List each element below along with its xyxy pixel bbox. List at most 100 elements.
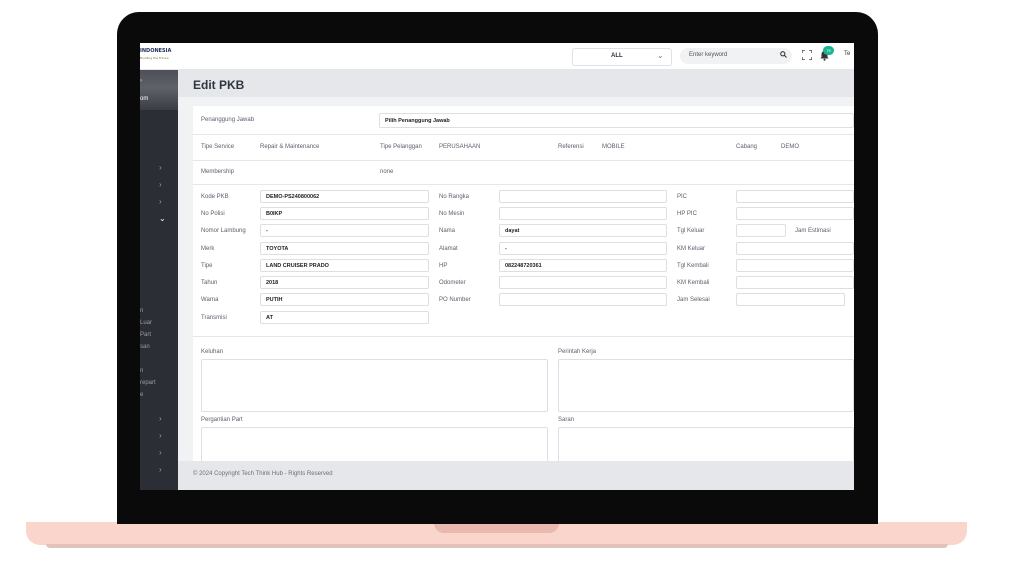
laptop-base-shadow (46, 544, 948, 548)
sidebar-item-label[interactable]: n (140, 308, 143, 314)
chevron-right-icon[interactable]: › (159, 414, 162, 423)
warna-field[interactable]: PUTIH (260, 293, 429, 306)
no-rangka-field[interactable] (499, 190, 667, 203)
odometer-field[interactable] (499, 276, 667, 289)
chevron-right-icon[interactable]: › (159, 448, 162, 457)
alamat-label: Alamat (439, 246, 458, 252)
sidebar-item-label[interactable]: e (140, 392, 143, 398)
pergantian-part-label: Pergantian Part (201, 417, 243, 423)
odometer-label: Odometer (439, 280, 466, 286)
sidebar-item-label[interactable]: Luar (140, 320, 152, 326)
branch-select[interactable]: ALL ⌄ (572, 48, 672, 66)
search-placeholder: Enter keyword (689, 52, 728, 58)
page-header: Edit PKB (178, 70, 854, 97)
company-logo[interactable]: INDONESIA Building the Future (140, 47, 178, 65)
chevron-right-icon[interactable]: › (159, 431, 162, 440)
chevron-right-icon[interactable]: › (140, 78, 142, 84)
tipe-service-label: Tipe Service (201, 144, 235, 150)
hp-pic-label: HP PIC (677, 211, 697, 217)
tahun-field[interactable]: 2018 (260, 276, 429, 289)
referensi-value: MOBILE (602, 144, 625, 150)
warna-label: Warna (201, 297, 219, 303)
km-keluar-label: KM Keluar (677, 246, 706, 252)
page-footer: © 2024 Copyright Tech Think Hub - Rights… (178, 461, 854, 490)
search-icon[interactable] (780, 51, 787, 60)
search-input[interactable]: Enter keyword (680, 48, 792, 64)
jam-selesai-field[interactable] (736, 293, 845, 306)
cabang-value: DEMO (781, 144, 799, 150)
km-kembali-field[interactable] (736, 276, 854, 289)
penanggung-jawab-select[interactable]: Pilih Penanggung Jawab (379, 113, 854, 128)
no-polisi-field[interactable]: B0IKP (260, 207, 429, 220)
po-number-label: PO Number (439, 297, 471, 303)
logo-subtitle: Building the Future (140, 56, 169, 60)
tgl-keluar-field[interactable] (736, 224, 786, 237)
sidebar-item-label[interactable]: san (140, 344, 150, 350)
branch-select-value: ALL (611, 53, 623, 59)
penanggung-jawab-label: Penanggung Jawab (201, 117, 255, 123)
tipe-service-value: Repair & Maintenance (260, 144, 320, 150)
divider (193, 184, 854, 185)
chevron-right-icon[interactable]: › (159, 465, 162, 474)
perintah-kerja-textarea[interactable] (558, 359, 854, 412)
tahun-label: Tahun (201, 280, 218, 286)
hp-pic-field[interactable] (736, 207, 854, 220)
nomor-lambung-label: Nomor Lambung (201, 228, 246, 234)
referensi-label: Referensi (558, 144, 584, 150)
no-mesin-field[interactable] (499, 207, 667, 220)
keluhan-textarea[interactable] (201, 359, 548, 412)
perintah-kerja-label: Perintah Kerja (558, 349, 597, 355)
pic-field[interactable] (736, 190, 854, 203)
merk-label: Merk (201, 246, 215, 252)
kode-pkb-field[interactable]: DEMO-PS240800062 (260, 190, 429, 203)
tgl-kembali-label: Tgl Kembali (677, 263, 709, 269)
form-card (193, 106, 854, 476)
no-rangka-label: No Rangka (439, 194, 470, 200)
no-polisi-label: No Polisi (201, 211, 225, 217)
sidebar: om › › › › ⌄ n Luar Part san n repart e … (140, 70, 178, 490)
tipe-pelanggan-value: PERUSAHAAN (439, 144, 481, 150)
sidebar-item-label[interactable]: Part (140, 332, 151, 338)
sidebar-profile-banner: om › (140, 70, 178, 110)
cabang-label: Cabang (736, 144, 758, 150)
jam-estimasi-label: Jam Estimasi (795, 228, 831, 234)
chevron-right-icon[interactable]: › (159, 197, 162, 206)
tipe-label: Tipe (201, 263, 213, 269)
app-screen: INDONESIA Building the Future ALL ⌄ Ente… (140, 43, 854, 490)
tipe-field[interactable]: LAND CRUISER PRADO (260, 259, 429, 272)
divider (193, 160, 854, 161)
copyright-text: © 2024 Copyright Tech Think Hub - Rights… (193, 471, 333, 477)
hp-field[interactable]: 082248720361 (499, 259, 667, 272)
fullscreen-icon[interactable] (802, 50, 812, 60)
sidebar-item-label[interactable]: n (140, 368, 143, 374)
divider (193, 134, 854, 135)
notification-badge: 75 (823, 46, 834, 55)
sidebar-profile-label: om (140, 96, 149, 102)
alamat-field[interactable]: - (499, 242, 667, 255)
nomor-lambung-field[interactable]: - (260, 224, 429, 237)
keluhan-label: Keluhan (201, 349, 224, 355)
km-kembali-label: KM Kembali (677, 280, 710, 286)
chevron-right-icon[interactable]: › (159, 180, 162, 189)
kode-pkb-label: Kode PKB (201, 194, 229, 200)
user-name[interactable]: Te (844, 51, 850, 57)
chevron-right-icon[interactable]: › (159, 163, 162, 172)
page-title: Edit PKB (193, 78, 245, 92)
divider (193, 336, 854, 337)
jam-selesai-label: Jam Selesai (677, 297, 710, 303)
transmisi-field[interactable]: AT (260, 311, 429, 324)
chevron-down-icon: ⌄ (657, 51, 664, 60)
nama-label: Nama (439, 228, 456, 234)
merk-field[interactable]: TOYOTA (260, 242, 429, 255)
km-keluar-field[interactable] (736, 242, 854, 255)
tgl-kembali-field[interactable] (736, 259, 854, 272)
saran-label: Saran (558, 417, 575, 423)
tgl-keluar-label: Tgl Keluar (677, 228, 705, 234)
tipe-pelanggan-label: Tipe Pelanggan (380, 144, 422, 150)
sidebar-item-label[interactable]: repart (140, 380, 156, 386)
nama-field[interactable]: dayat (499, 224, 667, 237)
chevron-down-icon[interactable]: ⌄ (159, 214, 166, 223)
transmisi-label: Transmisi (201, 315, 227, 321)
po-number-field[interactable] (499, 293, 667, 306)
logo-title: INDONESIA (140, 48, 172, 54)
